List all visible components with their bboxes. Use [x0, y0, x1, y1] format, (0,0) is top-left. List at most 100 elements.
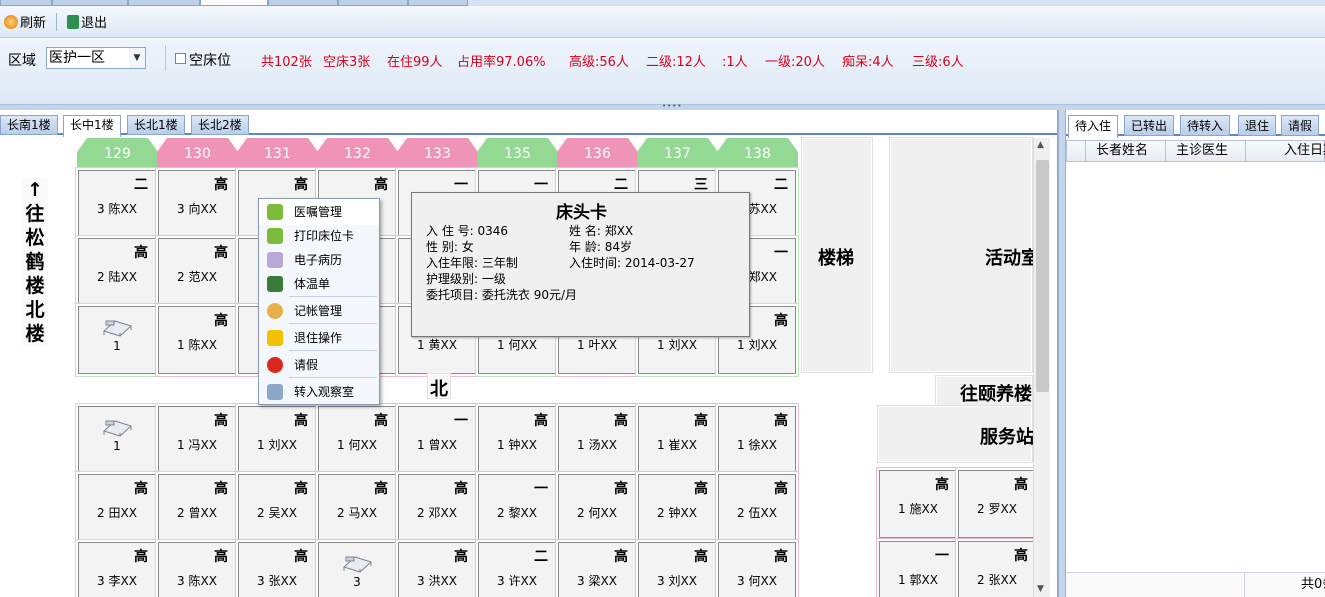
bed-cell[interactable]: 高 3 李XX — [76, 540, 158, 597]
bed-cell[interactable]: 高 2 伍XX — [716, 472, 798, 544]
scroll-down-icon[interactable]: ▼ — [1037, 584, 1044, 594]
empty-bed-cell[interactable]: 3 — [316, 540, 398, 597]
resident-name: 3 陈XX — [177, 574, 217, 588]
column-header-doctor[interactable]: 主诊医生 — [1165, 141, 1245, 161]
chevron-down-icon[interactable]: ▼ — [129, 48, 145, 68]
bed-cell[interactable]: 一 1 郭XX — [877, 539, 959, 597]
resident-name: 3 陈XX — [97, 202, 137, 216]
empty-bed-cell[interactable]: 1 — [76, 404, 158, 476]
bed-cell[interactable]: 高 3 何XX — [716, 540, 798, 597]
tab-pending-checkin[interactable]: 待入住 — [1068, 115, 1119, 138]
menu-item-medical-orders[interactable]: 医嘱管理 — [259, 199, 379, 225]
bed-cell[interactable]: 高 2 邓XX — [396, 472, 478, 544]
care-level-label: 高 — [614, 481, 628, 497]
menu-separator — [289, 296, 377, 297]
column-header-name[interactable]: 长者姓名 — [1085, 141, 1165, 161]
menu-item-accounting[interactable]: 记帐管理 — [259, 298, 379, 324]
care-level-label: 高 — [774, 313, 788, 329]
bed-cell[interactable]: 高 3 陈XX — [156, 540, 238, 597]
bed-cell[interactable]: 高 1 崔XX — [636, 404, 718, 476]
tab-leave[interactable]: 请假 — [1281, 115, 1320, 136]
splitter-grip-icon[interactable]: •••• — [662, 103, 682, 110]
room-number-header[interactable]: 130 — [157, 138, 238, 168]
bed-cell[interactable]: 高 2 陆XX — [76, 236, 158, 308]
care-level-label: 一 — [534, 177, 548, 193]
bed-cell[interactable]: 高 1 钟XX — [476, 404, 558, 476]
tab-building-changbei1[interactable]: 长北1楼 — [127, 115, 185, 135]
resident-name: 2 范XX — [177, 270, 217, 284]
bed-card-field: 入住时间: 2014-03-27 — [569, 256, 695, 270]
bed-cell[interactable]: 高 2 吴XX — [236, 472, 318, 544]
scroll-up-icon[interactable]: ▲ — [1037, 140, 1044, 150]
column-header-date[interactable]: 入住日期 — [1245, 141, 1325, 161]
care-level-label: 高 — [454, 481, 468, 497]
bed-cell[interactable]: 一 1 曾XX — [396, 404, 478, 476]
bed-cell[interactable]: 高 1 徐XX — [716, 404, 798, 476]
bed-card-tooltip: 床头卡 入 住 号: 0346 姓 名: 郑XX 性 别: 女 年 龄: 84岁… — [411, 192, 750, 337]
exit-button[interactable]: 退出 — [63, 10, 111, 34]
bed-cell[interactable]: 高 2 张XX — [956, 539, 1038, 597]
bed-cell[interactable]: 高 1 施XX — [877, 468, 959, 540]
stat-level-three: 三级:6人 — [912, 55, 964, 70]
bed-cell[interactable]: 一 2 黎XX — [476, 472, 558, 544]
tab-discharged[interactable]: 退住 — [1238, 115, 1277, 136]
bed-cell[interactable]: 高 1 汤XX — [556, 404, 638, 476]
bed-cell[interactable]: 二 3 许XX — [476, 540, 558, 597]
room-number-header[interactable]: 133 — [397, 138, 478, 168]
tab-building-changnan1[interactable]: 长南1楼 — [0, 115, 58, 135]
menu-item-leave[interactable]: 请假 — [259, 352, 379, 378]
room-number-header[interactable]: 137 — [637, 138, 718, 168]
toolbar-separator — [56, 12, 58, 31]
care-level-label: 高 — [134, 549, 148, 565]
bed-cell[interactable]: 高 2 田XX — [76, 472, 158, 544]
bed-cell[interactable]: 高 3 梁XX — [556, 540, 638, 597]
tab-building-changzhong1[interactable]: 长中1楼 — [63, 115, 121, 137]
menu-item-observation-room[interactable]: 转入观察室 — [259, 379, 379, 405]
care-level-label: 一 — [534, 481, 548, 497]
context-menu: 医嘱管理 打印床位卡 电子病历 体温单 记帐管理 退住操作 请假 转入观察室 — [258, 198, 380, 405]
bed-cell[interactable]: 高 1 陈XX — [156, 304, 238, 376]
bed-cell[interactable]: 高 3 张XX — [236, 540, 318, 597]
bed-cell[interactable]: 高 1 刘XX — [236, 404, 318, 476]
bed-cell[interactable]: 高 2 马XX — [316, 472, 398, 544]
bed-cell[interactable]: 高 3 刘XX — [636, 540, 718, 597]
bed-cell[interactable]: 高 2 范XX — [156, 236, 238, 308]
scroll-thumb[interactable] — [1036, 160, 1049, 392]
record-count: 共0条 — [1244, 573, 1325, 597]
care-level-label: 一 — [454, 177, 468, 193]
bed-cell[interactable]: 高 3 洪XX — [396, 540, 478, 597]
area-select[interactable]: 医护一区 ▼ — [46, 47, 146, 69]
care-level-label: 高 — [1014, 548, 1028, 564]
stairs-label: 楼梯 — [818, 248, 854, 269]
bed-cell[interactable]: 高 2 罗XX — [956, 468, 1038, 540]
bed-cell[interactable]: 高 3 向XX — [156, 168, 238, 240]
resident-name: 3 李XX — [97, 574, 137, 588]
room-number-header[interactable]: 129 — [77, 138, 158, 168]
room-number-header[interactable]: 132 — [317, 138, 398, 168]
tab-pending-transfer-in[interactable]: 待转入 — [1180, 115, 1231, 136]
resident-name: 2 伍XX — [737, 506, 777, 520]
stat-level-advanced: 高级:56人 — [569, 55, 629, 70]
tab-building-changbei2[interactable]: 长北2楼 — [191, 115, 249, 135]
bed-cell[interactable]: 高 2 曾XX — [156, 472, 238, 544]
room-number-header[interactable]: 138 — [717, 138, 798, 168]
tab-transferred-out[interactable]: 已转出 — [1124, 115, 1175, 136]
bed-cell[interactable]: 高 2 何XX — [556, 472, 638, 544]
floor-plan-scrollbar[interactable]: ▲ ▼ — [1033, 138, 1050, 597]
refresh-button[interactable]: 刷新 — [0, 10, 50, 34]
room-number-header[interactable]: 131 — [237, 138, 318, 168]
menu-item-discharge[interactable]: 退住操作 — [259, 325, 379, 351]
vertical-splitter[interactable] — [1058, 110, 1066, 597]
bed-cell[interactable]: 二 3 陈XX — [76, 168, 158, 240]
bed-cell[interactable]: 高 2 钟XX — [636, 472, 718, 544]
room-number-header[interactable]: 136 — [557, 138, 638, 168]
bed-cell[interactable]: 高 1 何XX — [316, 404, 398, 476]
menu-item-label: 记帐管理 — [294, 304, 343, 318]
bed-cell[interactable]: 高 1 冯XX — [156, 404, 238, 476]
menu-item-temperature-chart[interactable]: 体温单 — [259, 271, 379, 297]
vacant-bed-checkbox[interactable] — [175, 53, 186, 64]
empty-bed-cell[interactable]: 1 — [76, 304, 158, 376]
menu-item-medical-records[interactable]: 电子病历 — [259, 247, 379, 273]
room-number-header[interactable]: 135 — [477, 138, 558, 168]
menu-item-print-bed-card[interactable]: 打印床位卡 — [259, 223, 379, 249]
